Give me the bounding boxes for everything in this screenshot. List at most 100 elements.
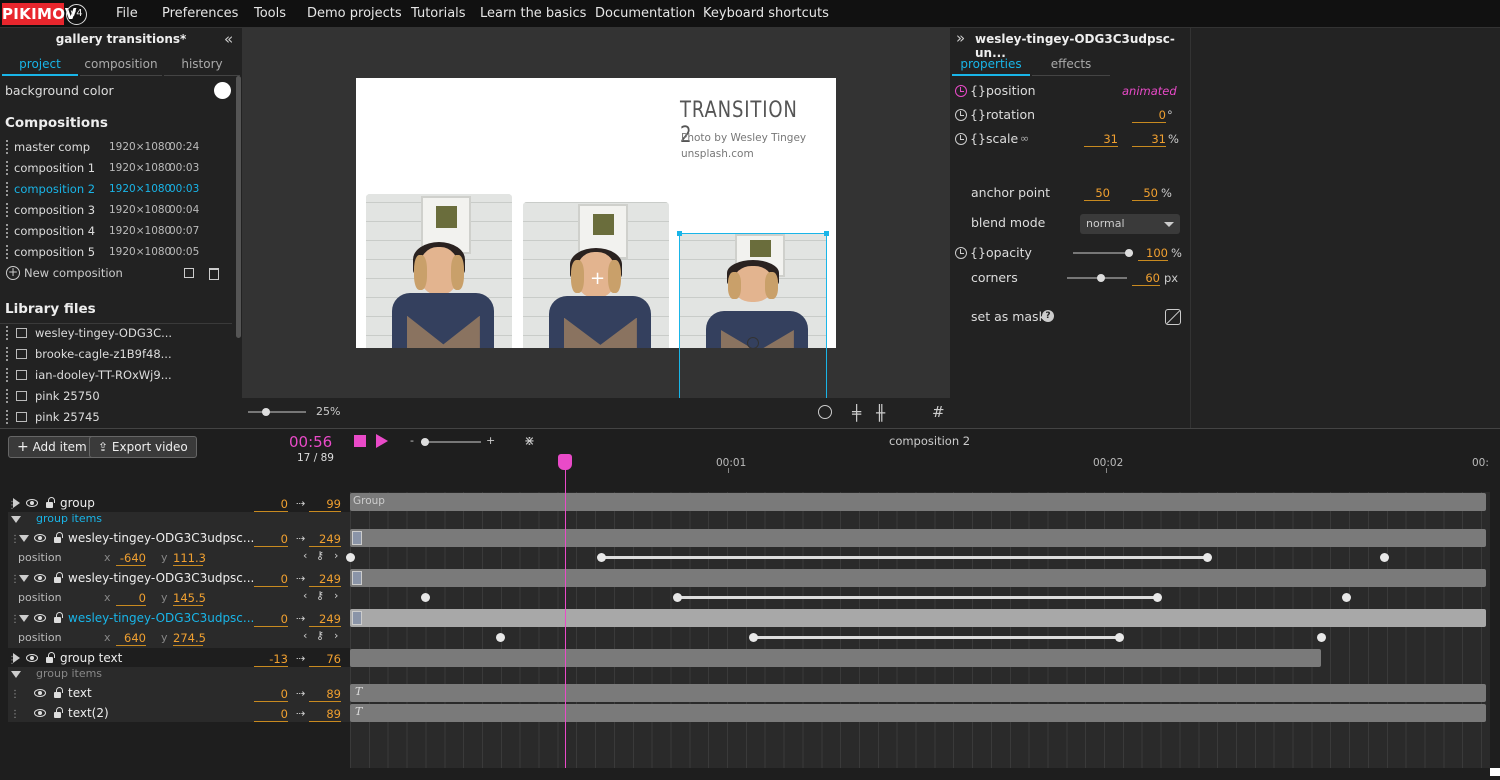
layer-name[interactable]: group xyxy=(60,496,95,510)
position-x-input[interactable]: 640 xyxy=(116,631,146,646)
add-keyframe-icon[interactable]: ⚷ xyxy=(316,549,324,562)
composition-item[interactable]: composition 4 1920×1080 00:07 xyxy=(0,221,232,241)
keyframe[interactable] xyxy=(597,553,606,562)
opacity-slider-knob[interactable] xyxy=(1125,249,1133,257)
help-icon[interactable]: ? xyxy=(1042,310,1054,322)
keyframe[interactable] xyxy=(749,633,758,642)
export-video-button[interactable]: ⇪ Export video xyxy=(89,436,197,458)
resize-handle[interactable] xyxy=(677,231,682,236)
add-item-button[interactable]: + Add item xyxy=(8,436,96,458)
keyframe[interactable] xyxy=(1115,633,1124,642)
layer-name-selected[interactable]: wesley-tingey-ODG3C3udpsc... xyxy=(68,611,254,625)
keyframe[interactable] xyxy=(1153,593,1162,602)
tab-properties[interactable]: properties xyxy=(952,54,1030,76)
tab-effects[interactable]: effects xyxy=(1032,54,1110,76)
time-ruler[interactable] xyxy=(350,452,1490,472)
prev-keyframe-icon[interactable]: ‹ xyxy=(303,629,307,642)
layer-name[interactable]: group text xyxy=(60,651,122,665)
layer-name[interactable]: text xyxy=(68,686,92,700)
keyframe-clock-icon[interactable] xyxy=(955,247,967,259)
menu-file[interactable]: File xyxy=(116,0,138,28)
layer-start[interactable]: 0 xyxy=(254,687,288,702)
layer-end[interactable]: 89 xyxy=(309,687,341,702)
lock-icon[interactable] xyxy=(54,612,63,623)
add-keyframe-icon[interactable]: ⚷ xyxy=(316,629,324,642)
opacity-input[interactable]: 100 xyxy=(1138,246,1168,261)
position-x-input[interactable]: 0 xyxy=(116,591,146,606)
anchor-y-input[interactable]: 50 xyxy=(1132,186,1158,201)
keyframe-clock-icon[interactable] xyxy=(955,133,967,145)
align-horizontal-icon[interactable]: ╪ xyxy=(852,404,861,422)
position-x-input[interactable]: -640 xyxy=(116,551,146,566)
position-y-input[interactable]: 274.5 xyxy=(173,631,206,646)
timeline-zoom-knob[interactable] xyxy=(421,438,429,446)
layer-track-selected[interactable] xyxy=(350,609,1486,627)
menu-documentation[interactable]: Documentation xyxy=(595,0,695,28)
menu-tools[interactable]: Tools xyxy=(254,0,286,28)
grid-icon[interactable]: # xyxy=(932,403,945,421)
composition-item[interactable]: master comp 1920×1080 00:24 xyxy=(0,137,232,157)
zoom-slider[interactable] xyxy=(248,408,306,416)
expand-arrow-icon[interactable] xyxy=(13,653,20,663)
photo-layer-1[interactable] xyxy=(366,194,512,348)
collapse-arrow-icon[interactable] xyxy=(19,575,29,582)
blend-mode-select[interactable]: normal xyxy=(1080,214,1180,234)
selection-box[interactable] xyxy=(679,233,827,398)
visibility-eye-icon[interactable] xyxy=(34,709,46,717)
resize-corner[interactable] xyxy=(1490,768,1500,776)
timeline-zoom-slider[interactable] xyxy=(421,438,481,446)
menu-demo-projects[interactable]: Demo projects xyxy=(307,0,402,28)
lock-icon[interactable] xyxy=(46,652,55,663)
keyframe[interactable] xyxy=(346,553,355,562)
next-keyframe-icon[interactable]: › xyxy=(334,589,338,602)
center-icon[interactable] xyxy=(818,405,832,419)
visibility-eye-icon[interactable] xyxy=(26,499,38,507)
duplicate-icon[interactable] xyxy=(184,268,194,278)
expand-arrow-icon[interactable] xyxy=(13,498,20,508)
keyframe[interactable] xyxy=(673,593,682,602)
layer-track[interactable]: T xyxy=(350,684,1486,702)
menu-learn-basics[interactable]: Learn the basics xyxy=(480,0,586,28)
visibility-eye-icon[interactable] xyxy=(26,654,38,662)
collapse-arrow-icon[interactable] xyxy=(19,615,29,622)
lock-icon[interactable] xyxy=(46,497,55,508)
anchor-x-input[interactable]: 50 xyxy=(1084,186,1110,201)
layer-start[interactable]: 0 xyxy=(254,497,288,512)
visibility-eye-icon[interactable] xyxy=(34,689,46,697)
tab-composition[interactable]: composition xyxy=(80,54,162,76)
layer-track[interactable] xyxy=(350,649,1321,667)
layer-start[interactable]: -13 xyxy=(254,652,288,667)
keyframe-clock-icon[interactable] xyxy=(955,109,967,121)
lock-icon[interactable] xyxy=(54,572,63,583)
layer-track[interactable] xyxy=(350,529,1486,547)
drag-handle[interactable]: ⋮ xyxy=(10,709,20,720)
timeline-zoom-out[interactable]: - xyxy=(410,434,414,447)
composition-item-active[interactable]: composition 2 1920×1080 00:03 xyxy=(0,179,232,199)
trash-icon[interactable] xyxy=(209,268,219,280)
mask-checkbox[interactable] xyxy=(1165,309,1181,325)
link-icon[interactable]: ∞ xyxy=(1020,132,1029,145)
prev-keyframe-icon[interactable]: ‹ xyxy=(303,589,307,602)
tab-project[interactable]: project xyxy=(2,54,78,76)
layer-end[interactable]: 249 xyxy=(309,572,341,587)
layer-end[interactable]: 249 xyxy=(309,612,341,627)
composition-item[interactable]: composition 5 1920×1080 00:05 xyxy=(0,242,232,262)
layer-name[interactable]: text(2) xyxy=(68,706,109,720)
lock-icon[interactable] xyxy=(54,532,63,543)
play-icon[interactable] xyxy=(376,434,388,448)
layer-track[interactable]: T xyxy=(350,704,1486,722)
tab-history[interactable]: history xyxy=(164,54,240,76)
layer-end[interactable]: 76 xyxy=(309,652,341,667)
keyframe[interactable] xyxy=(1380,553,1389,562)
visibility-eye-icon[interactable] xyxy=(34,574,46,582)
visibility-eye-icon[interactable] xyxy=(34,534,46,542)
keyframe[interactable] xyxy=(421,593,430,602)
menu-tutorials[interactable]: Tutorials xyxy=(411,0,466,28)
scrollbar[interactable] xyxy=(236,76,241,338)
keyframe[interactable] xyxy=(496,633,505,642)
layer-start[interactable]: 0 xyxy=(254,612,288,627)
keyframe[interactable] xyxy=(1203,553,1212,562)
library-item[interactable]: wesley-tingey-ODG3C... xyxy=(0,323,232,343)
position-y-input[interactable]: 111.3 xyxy=(173,551,206,566)
layer-track[interactable]: Group xyxy=(350,493,1486,511)
